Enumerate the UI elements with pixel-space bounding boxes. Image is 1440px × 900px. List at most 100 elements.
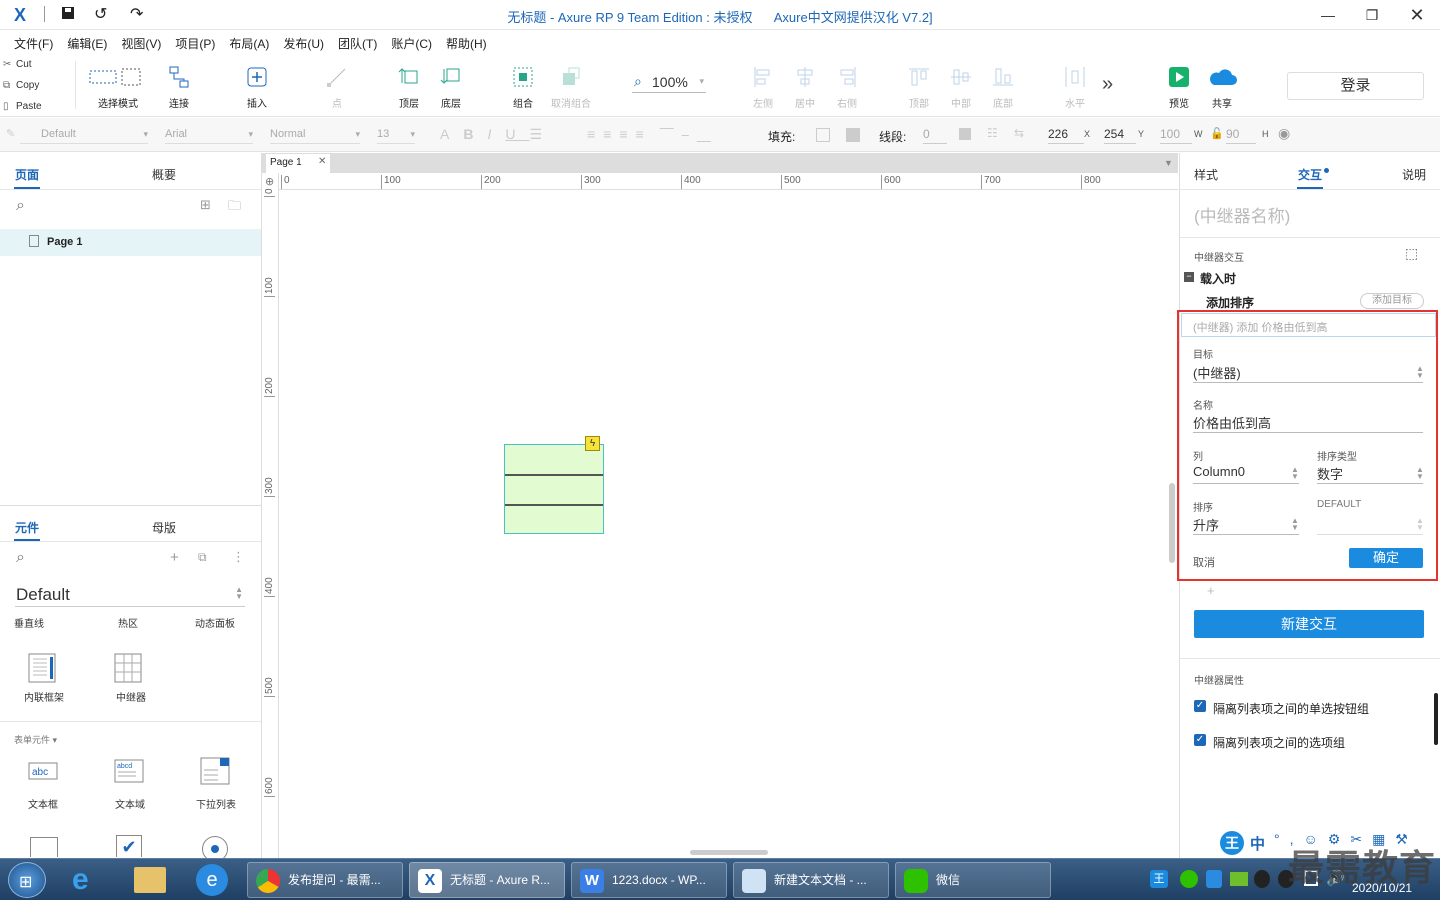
fill-color-swatch[interactable] bbox=[816, 128, 830, 142]
task-chrome[interactable]: 发布提问 - 最需... bbox=[247, 862, 403, 898]
isolate-group-checkbox[interactable]: ✓ bbox=[1194, 734, 1206, 746]
form-widgets-section[interactable]: 表单元件 ▾ bbox=[14, 733, 57, 746]
right-panel-scrollbar[interactable] bbox=[1434, 693, 1438, 745]
text-align-right-icon[interactable]: ≡ bbox=[619, 126, 635, 142]
tab-masters[interactable]: 母版 bbox=[152, 519, 176, 536]
page-list-item[interactable]: Page 1 bbox=[0, 229, 261, 256]
copy-button[interactable]: ⧉ Copy bbox=[0, 76, 72, 96]
interaction-lightning-icon[interactable]: ϟ bbox=[585, 436, 600, 451]
bold-icon[interactable]: B bbox=[463, 126, 487, 142]
order-select[interactable]: 升序 bbox=[1193, 515, 1219, 534]
height-input[interactable]: 90 bbox=[1226, 126, 1256, 144]
widget-repeater[interactable]: 中继器 bbox=[116, 689, 156, 704]
widget-search-icon[interactable]: ⌕ bbox=[16, 549, 25, 567]
width-input[interactable]: 100 bbox=[1160, 126, 1192, 144]
library-copy-icon[interactable]: ⧉ bbox=[198, 550, 207, 565]
insert-button[interactable]: 插入 bbox=[230, 65, 284, 110]
target-select[interactable]: (中继器) bbox=[1193, 363, 1241, 382]
stroke-color-swatch[interactable] bbox=[959, 128, 971, 140]
valign-bottom-icon[interactable]: ⎽ bbox=[697, 126, 719, 142]
widget-dropdown[interactable]: 下拉列表 bbox=[196, 796, 246, 811]
ok-button[interactable]: 确定 bbox=[1349, 548, 1423, 568]
tab-interaction[interactable]: 交互 bbox=[1298, 166, 1322, 183]
event-on-load[interactable]: 载入时 bbox=[1200, 270, 1236, 287]
text-justify-icon[interactable]: ≡ bbox=[636, 126, 652, 142]
list-icon[interactable]: ☰ bbox=[529, 126, 556, 142]
repeater-widget[interactable] bbox=[504, 444, 604, 534]
tab-page1[interactable]: Page 1 ✕ bbox=[266, 154, 330, 173]
task-wechat[interactable]: 微信 bbox=[895, 862, 1051, 898]
more-vertical-icon[interactable]: ⋮ bbox=[232, 549, 245, 565]
valign-middle-icon[interactable]: ⎯ bbox=[682, 126, 697, 142]
new-interaction-button[interactable]: 新建交互 bbox=[1194, 610, 1424, 638]
send-to-back-button[interactable]: 底层 bbox=[424, 65, 478, 110]
widget-textbox[interactable]: 文本框 bbox=[28, 796, 68, 811]
tab-widgets[interactable]: 元件 bbox=[15, 519, 39, 536]
widget-inline-frame[interactable]: 内联框架 bbox=[24, 689, 68, 704]
tray-qq-icon[interactable] bbox=[1254, 870, 1270, 888]
action-add-sort[interactable]: 添加排序 bbox=[1206, 294, 1254, 311]
y-input[interactable]: 254 bbox=[1104, 126, 1136, 144]
sort-type-select[interactable]: 数字 bbox=[1317, 464, 1343, 483]
tab-dropdown-icon[interactable]: ▼ bbox=[1164, 158, 1173, 168]
inline-frame-icon[interactable] bbox=[26, 653, 58, 683]
add-library-icon[interactable]: + bbox=[170, 549, 179, 566]
repeater-name-input[interactable]: (中继器名称) bbox=[1194, 202, 1290, 227]
tray-ime-icon[interactable]: 王 bbox=[1150, 870, 1168, 888]
vertical-scrollbar[interactable] bbox=[1169, 483, 1175, 563]
sort-type-updown-icon[interactable]: ▲ ▼ bbox=[1416, 466, 1424, 481]
ime-mode-indicator[interactable]: 中 bbox=[1250, 833, 1265, 854]
stroke-width-input[interactable]: 0 bbox=[923, 126, 947, 144]
add-folder-icon[interactable]: 🗀 bbox=[228, 197, 241, 219]
close-tab-icon[interactable]: ✕ bbox=[318, 156, 326, 167]
align-right-button[interactable]: 右侧 bbox=[820, 65, 874, 110]
select-mode-button[interactable]: 选择模式 bbox=[83, 65, 153, 110]
search-icon[interactable]: ⌕ bbox=[16, 197, 25, 215]
add-action-icon[interactable]: + bbox=[1207, 583, 1215, 598]
x-input[interactable]: 226 bbox=[1048, 126, 1084, 144]
tray-nvidia-icon[interactable] bbox=[1230, 872, 1248, 886]
ie-browser-icon[interactable]: e bbox=[72, 863, 106, 897]
close-button[interactable]: ✕ bbox=[1394, 0, 1440, 30]
task-notepad[interactable]: 新建文本文档 - ... bbox=[733, 862, 889, 898]
text-align-left-icon[interactable]: ≡ bbox=[587, 126, 603, 142]
paste-button[interactable]: ▯ Paste bbox=[0, 97, 72, 117]
arrow-style-icon[interactable]: ⇆ bbox=[1014, 126, 1024, 140]
distribute-horizontal-button[interactable]: 水平 bbox=[1048, 65, 1102, 110]
point-button[interactable]: 点 bbox=[310, 65, 364, 110]
align-bottom-button[interactable]: 底部 bbox=[976, 65, 1030, 110]
ungroup-button[interactable]: 取消组合 bbox=[544, 65, 598, 110]
tab-style[interactable]: 样式 bbox=[1194, 166, 1218, 183]
share-button[interactable]: 共享 bbox=[1195, 65, 1249, 110]
fill-shadow-swatch[interactable] bbox=[846, 128, 860, 142]
panel-splitter[interactable] bbox=[0, 505, 261, 506]
default-updown-icon[interactable]: ▲ ▼ bbox=[1416, 517, 1424, 532]
font-weight-select[interactable]: Normal bbox=[270, 126, 360, 144]
cut-button[interactable]: ✂ Cut bbox=[0, 55, 72, 75]
lock-ratio-icon[interactable]: 🔓 bbox=[1210, 127, 1224, 140]
checkbox-icon[interactable]: ✔ bbox=[116, 835, 142, 857]
menu-publish[interactable]: 发布(U) bbox=[276, 31, 331, 52]
default-underline[interactable] bbox=[1317, 534, 1423, 535]
tab-pages[interactable]: 页面 bbox=[15, 166, 39, 183]
column-select[interactable]: Column0 bbox=[1193, 464, 1245, 479]
menu-arrange[interactable]: 布局(A) bbox=[222, 31, 276, 52]
stroke-pattern-icon[interactable]: ☷ bbox=[987, 126, 998, 140]
expand-interactions-icon[interactable]: ⬚ bbox=[1405, 245, 1418, 262]
tray-date[interactable]: 2020/10/21 bbox=[1352, 881, 1412, 895]
column-updown-icon[interactable]: ▲ ▼ bbox=[1291, 466, 1299, 481]
tray-security-icon[interactable] bbox=[1206, 870, 1222, 888]
menu-team[interactable]: 团队(T) bbox=[331, 31, 384, 52]
group-button[interactable]: 组合 bbox=[496, 65, 550, 110]
maximize-button[interactable]: ❐ bbox=[1349, 0, 1395, 30]
widget-dynamic-panel[interactable]: 动态面板 bbox=[195, 615, 245, 630]
more-tools-icon[interactable]: » bbox=[1102, 73, 1113, 96]
widget-hotspot[interactable]: 热区 bbox=[118, 615, 158, 630]
widget-vertical-line[interactable]: 垂直线 bbox=[14, 615, 74, 630]
underline-icon[interactable]: U bbox=[505, 126, 529, 142]
menu-account[interactable]: 账户(C) bbox=[384, 31, 439, 52]
dropdown-list-icon[interactable] bbox=[200, 757, 230, 785]
menu-help[interactable]: 帮助(H) bbox=[439, 31, 494, 52]
ime-logo-icon[interactable]: 王 bbox=[1220, 831, 1244, 855]
menu-edit[interactable]: 编辑(E) bbox=[60, 31, 114, 52]
